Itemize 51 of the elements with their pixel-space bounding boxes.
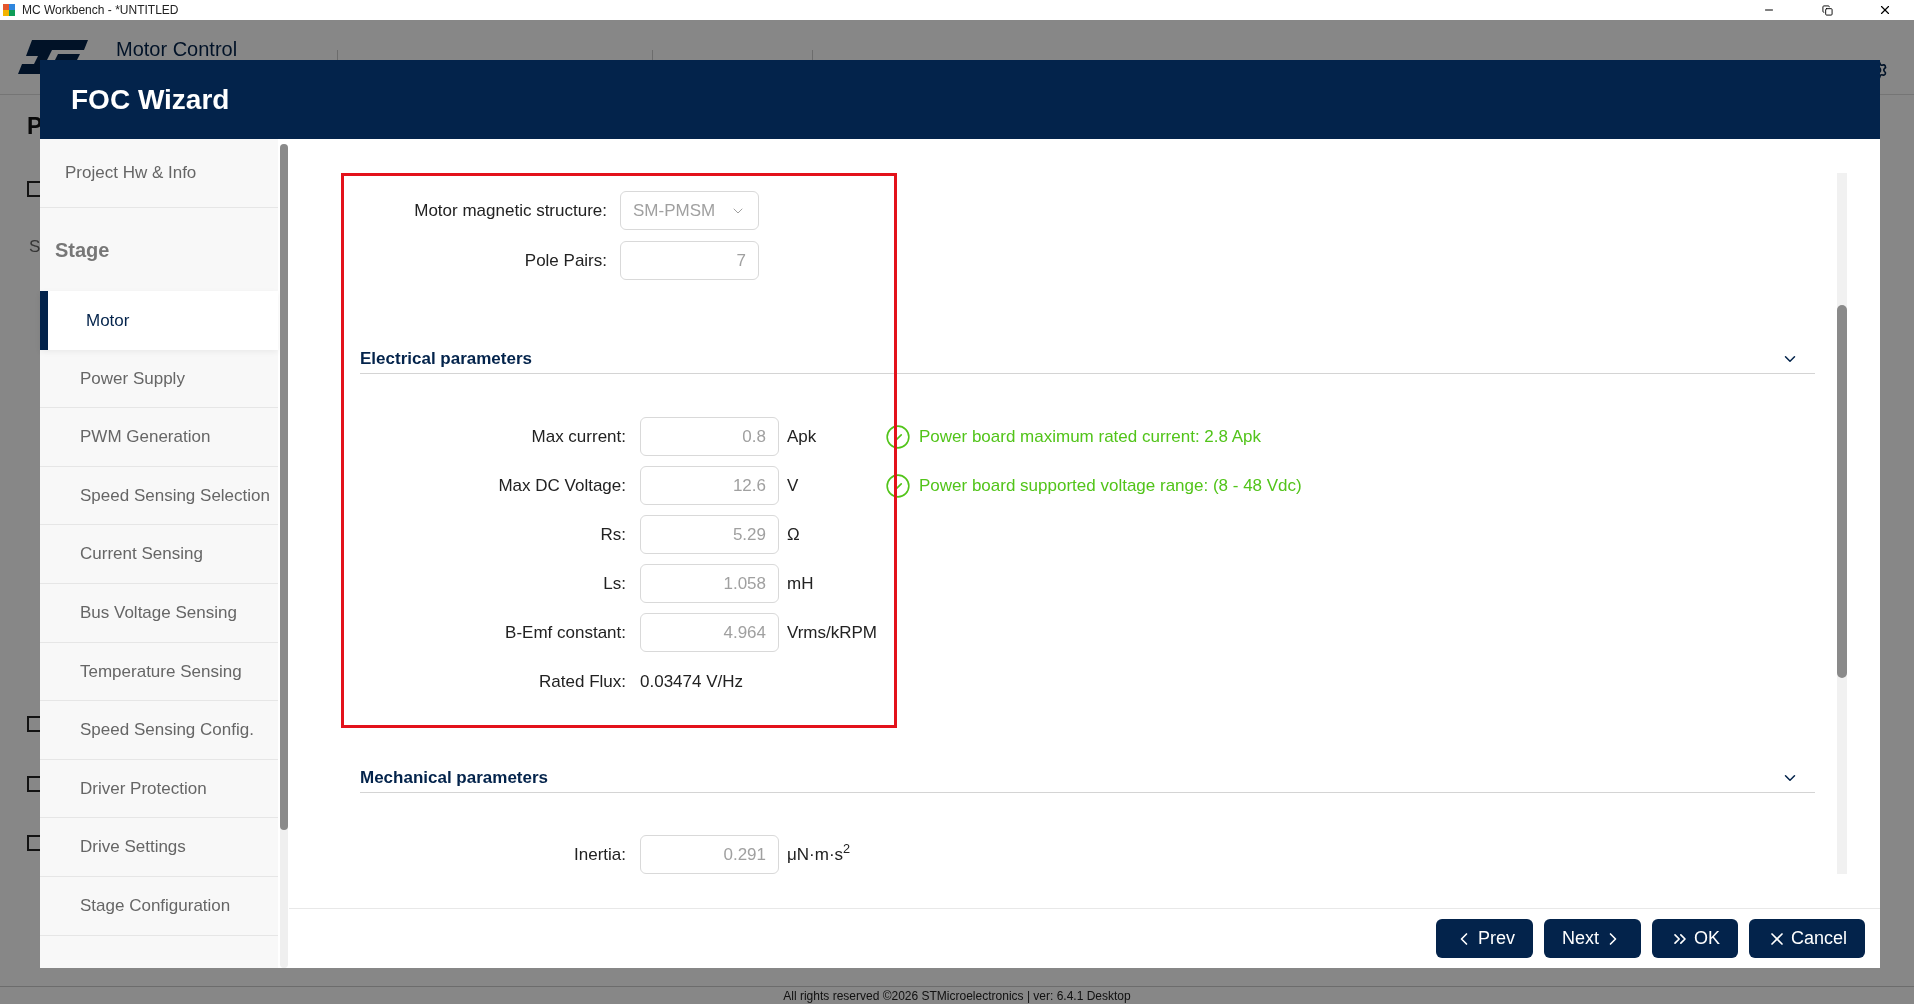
restore-icon	[1821, 4, 1833, 16]
field-label: Ls:	[602, 572, 626, 595]
sidebar-item[interactable]: Driver Protection	[40, 759, 278, 819]
unit-label: Ω	[787, 523, 801, 546]
field-label: Motor magnetic structure:	[413, 199, 607, 222]
field-label: Max DC Voltage:	[497, 474, 626, 497]
section-header[interactable]: Mechanical parameters	[360, 763, 1815, 793]
check-circle-icon	[885, 423, 911, 450]
sidebar-item[interactable]: Speed Sensing Selection	[40, 466, 278, 526]
sidebar-item[interactable]: Bus Voltage Sensing	[40, 583, 278, 643]
field-value: 0.03474 V/Hz	[640, 671, 743, 691]
app-icon	[2, 3, 16, 17]
section-title: Mechanical parameters	[360, 766, 549, 789]
sidebar-item[interactable]: Power Supply	[40, 349, 278, 409]
field-label: Rated Flux:	[538, 670, 626, 693]
field-label: Max current:	[530, 425, 626, 448]
unit-label: Apk	[787, 425, 818, 448]
sidebar-item[interactable]: PWM Generation	[40, 408, 278, 467]
unit-label: Vrms/kRPM	[787, 621, 879, 644]
status-message: Power board supported voltage range: (8 - 48 Vdc)	[919, 474, 1302, 497]
copyright-text: All rights reserved ©2026 STMicroelectronics | ver: 6.4.1 Desktop	[783, 987, 1131, 1004]
wizard-button[interactable]: Cancel	[1748, 919, 1865, 958]
wizard-button[interactable]: OK	[1651, 919, 1738, 958]
sidebar-item[interactable]: Temperature Sensing	[40, 642, 278, 702]
sidebar-item[interactable]: Motor	[40, 291, 278, 350]
sidebar-item[interactable]: Stage Configuration	[40, 876, 278, 936]
wizard-button[interactable]: Prev	[1435, 919, 1533, 958]
window-title: MC Workbench - *UNTITLED	[22, 2, 179, 19]
brand-name: Motor Control	[116, 37, 238, 62]
sidebar-item[interactable]: Project Hw & Info	[40, 139, 278, 208]
content-scrollbar[interactable]	[1837, 173, 1847, 874]
close-icon	[1878, 3, 1892, 17]
wizard-button[interactable]: Next	[1543, 919, 1641, 958]
dialog-title: FOC Wizard	[71, 82, 230, 117]
status-message: Power board maximum rated current: 2.8 Apk	[919, 425, 1262, 448]
unit-label: V	[787, 474, 800, 497]
sidebar-item[interactable]: Speed Sensing Config.	[40, 701, 278, 760]
field-label: Rs:	[599, 523, 626, 546]
section-header[interactable]: Electrical parameters	[360, 344, 1815, 374]
sidebar-heading: Stage	[55, 237, 110, 263]
section-title: Electrical parameters	[360, 347, 532, 370]
field-label: Pole Pairs:	[523, 249, 607, 272]
field-label: B-Emf constant:	[504, 621, 626, 644]
unit-label: μN·m·s$^{2}$	[787, 841, 852, 866]
sidebar-scrollbar[interactable]	[280, 144, 288, 968]
check-circle-icon	[885, 472, 911, 499]
unit-label: mH	[787, 572, 815, 595]
field-label: Inertia:	[573, 843, 626, 866]
sidebar-item[interactable]: Current Sensing	[40, 525, 278, 584]
sidebar-item[interactable]: Drive Settings	[40, 818, 278, 877]
section-label: S	[29, 237, 41, 257]
